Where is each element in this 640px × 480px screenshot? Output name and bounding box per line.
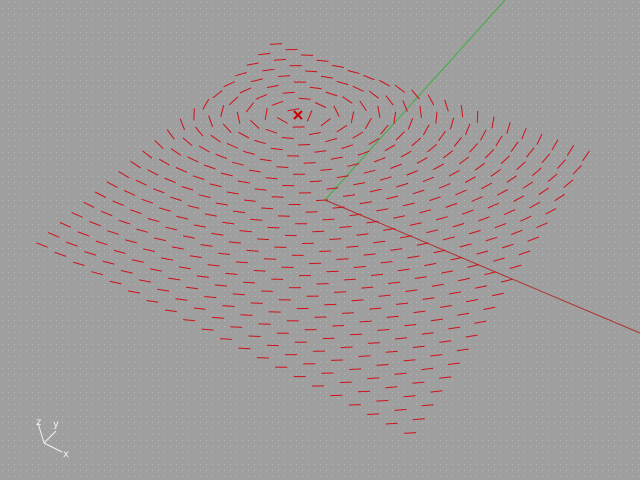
field-vector [319,250,332,252]
field-vector [243,281,256,284]
field-vector [271,196,284,198]
field-vector [297,144,311,146]
field-vector [250,302,263,304]
field-vector [350,333,363,336]
field-vector [256,238,270,241]
field-vector [240,314,253,316]
field-vector [329,238,342,240]
gizmo-x-label: x [63,449,69,460]
field-vector [340,346,353,349]
field-vector [263,258,277,260]
field-vector [276,166,289,168]
construction-grid [0,0,640,480]
viewport-canvas[interactable]: z y x [0,0,640,480]
field-vector [326,270,339,273]
field-vector [357,390,371,393]
field-vector [334,291,347,293]
field-vector [367,377,380,380]
field-vector [476,110,479,123]
field-vector [312,230,325,233]
field-vector [332,325,345,327]
field-vector [341,312,354,314]
field-vector [358,355,371,357]
field-vector [367,413,380,415]
gizmo-y-label: y [53,419,59,430]
field-vector [230,326,243,328]
field-vector [376,399,389,402]
field-vector [248,335,261,337]
gizmo-z-label: z [36,417,41,428]
field-vector [238,347,251,350]
field-vector [315,199,328,202]
field-vector [336,258,349,260]
field-vector [303,162,316,164]
field-vector [343,278,356,281]
field-vector [349,368,362,370]
perspective-viewport[interactable]: z y x [0,0,640,480]
field-vector [253,270,266,272]
field-vector [267,226,280,229]
field-vector [309,180,322,183]
